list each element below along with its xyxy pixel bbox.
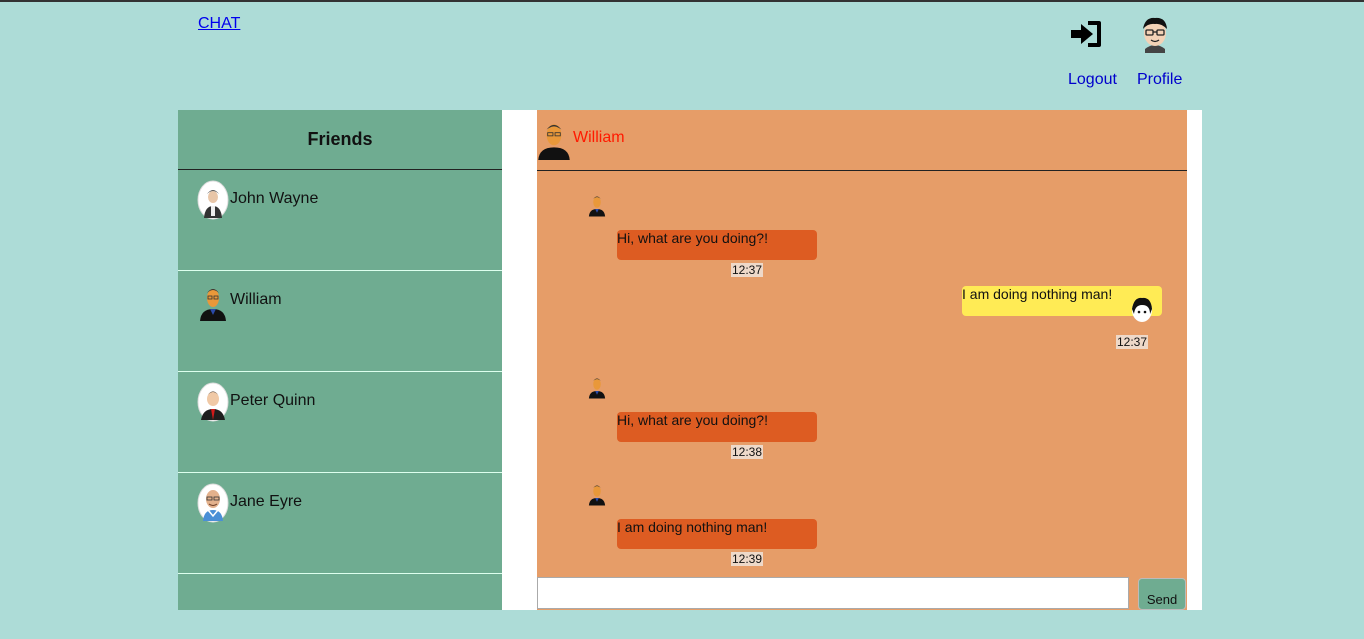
friends-panel: Friends John Wayne William Peter Quinn J… [178, 110, 502, 610]
friend-avatar [197, 382, 229, 422]
friend-item-peter-quinn[interactable]: Peter Quinn [178, 372, 502, 473]
friend-item-jane-eyre[interactable]: Jane Eyre [178, 473, 502, 574]
friend-avatar [200, 289, 226, 321]
profile-avatar-icon[interactable] [1139, 15, 1171, 53]
friend-avatar [197, 483, 229, 523]
panel-gap [502, 110, 537, 610]
logout-link[interactable]: Logout [1068, 71, 1117, 89]
send-button[interactable]: Send [1138, 578, 1186, 610]
friend-item-william[interactable]: William [178, 271, 502, 372]
chat-right-strip [1187, 110, 1202, 610]
message-time: 12:37 [731, 263, 764, 277]
logout-icon[interactable] [1069, 19, 1103, 49]
friend-name: Jane Eyre [230, 493, 303, 510]
contact-avatar [538, 124, 570, 160]
chat-header: William [537, 110, 1187, 171]
message-text: I am doing nothing man! [962, 286, 1113, 302]
profile-link[interactable]: Profile [1137, 71, 1182, 89]
sender-avatar [588, 378, 606, 399]
brand-link[interactable]: CHAT [198, 15, 240, 33]
message-input[interactable] [537, 577, 1129, 609]
message-bubble-incoming: I am doing nothing man! [617, 519, 817, 549]
my-avatar [1132, 297, 1152, 322]
sender-avatar [588, 485, 606, 506]
message-time: 12:39 [731, 552, 764, 566]
message-time: 12:38 [731, 445, 764, 459]
message-bubble-incoming: Hi, what are you doing?! [617, 230, 817, 260]
sender-avatar [588, 196, 606, 217]
friend-item-john-wayne[interactable]: John Wayne [178, 170, 502, 271]
friend-name: John Wayne [230, 190, 319, 207]
friends-title: Friends [178, 110, 502, 170]
friend-name: Peter Quinn [230, 392, 316, 409]
chat-panel: William Hi, what are you doing?! 12:37 I… [537, 110, 1187, 610]
contact-name: William [573, 129, 625, 146]
message-time: 12:37 [1116, 335, 1149, 349]
friend-avatar [197, 180, 229, 220]
message-bubble-incoming: Hi, what are you doing?! [617, 412, 817, 442]
friend-name: William [230, 291, 282, 308]
